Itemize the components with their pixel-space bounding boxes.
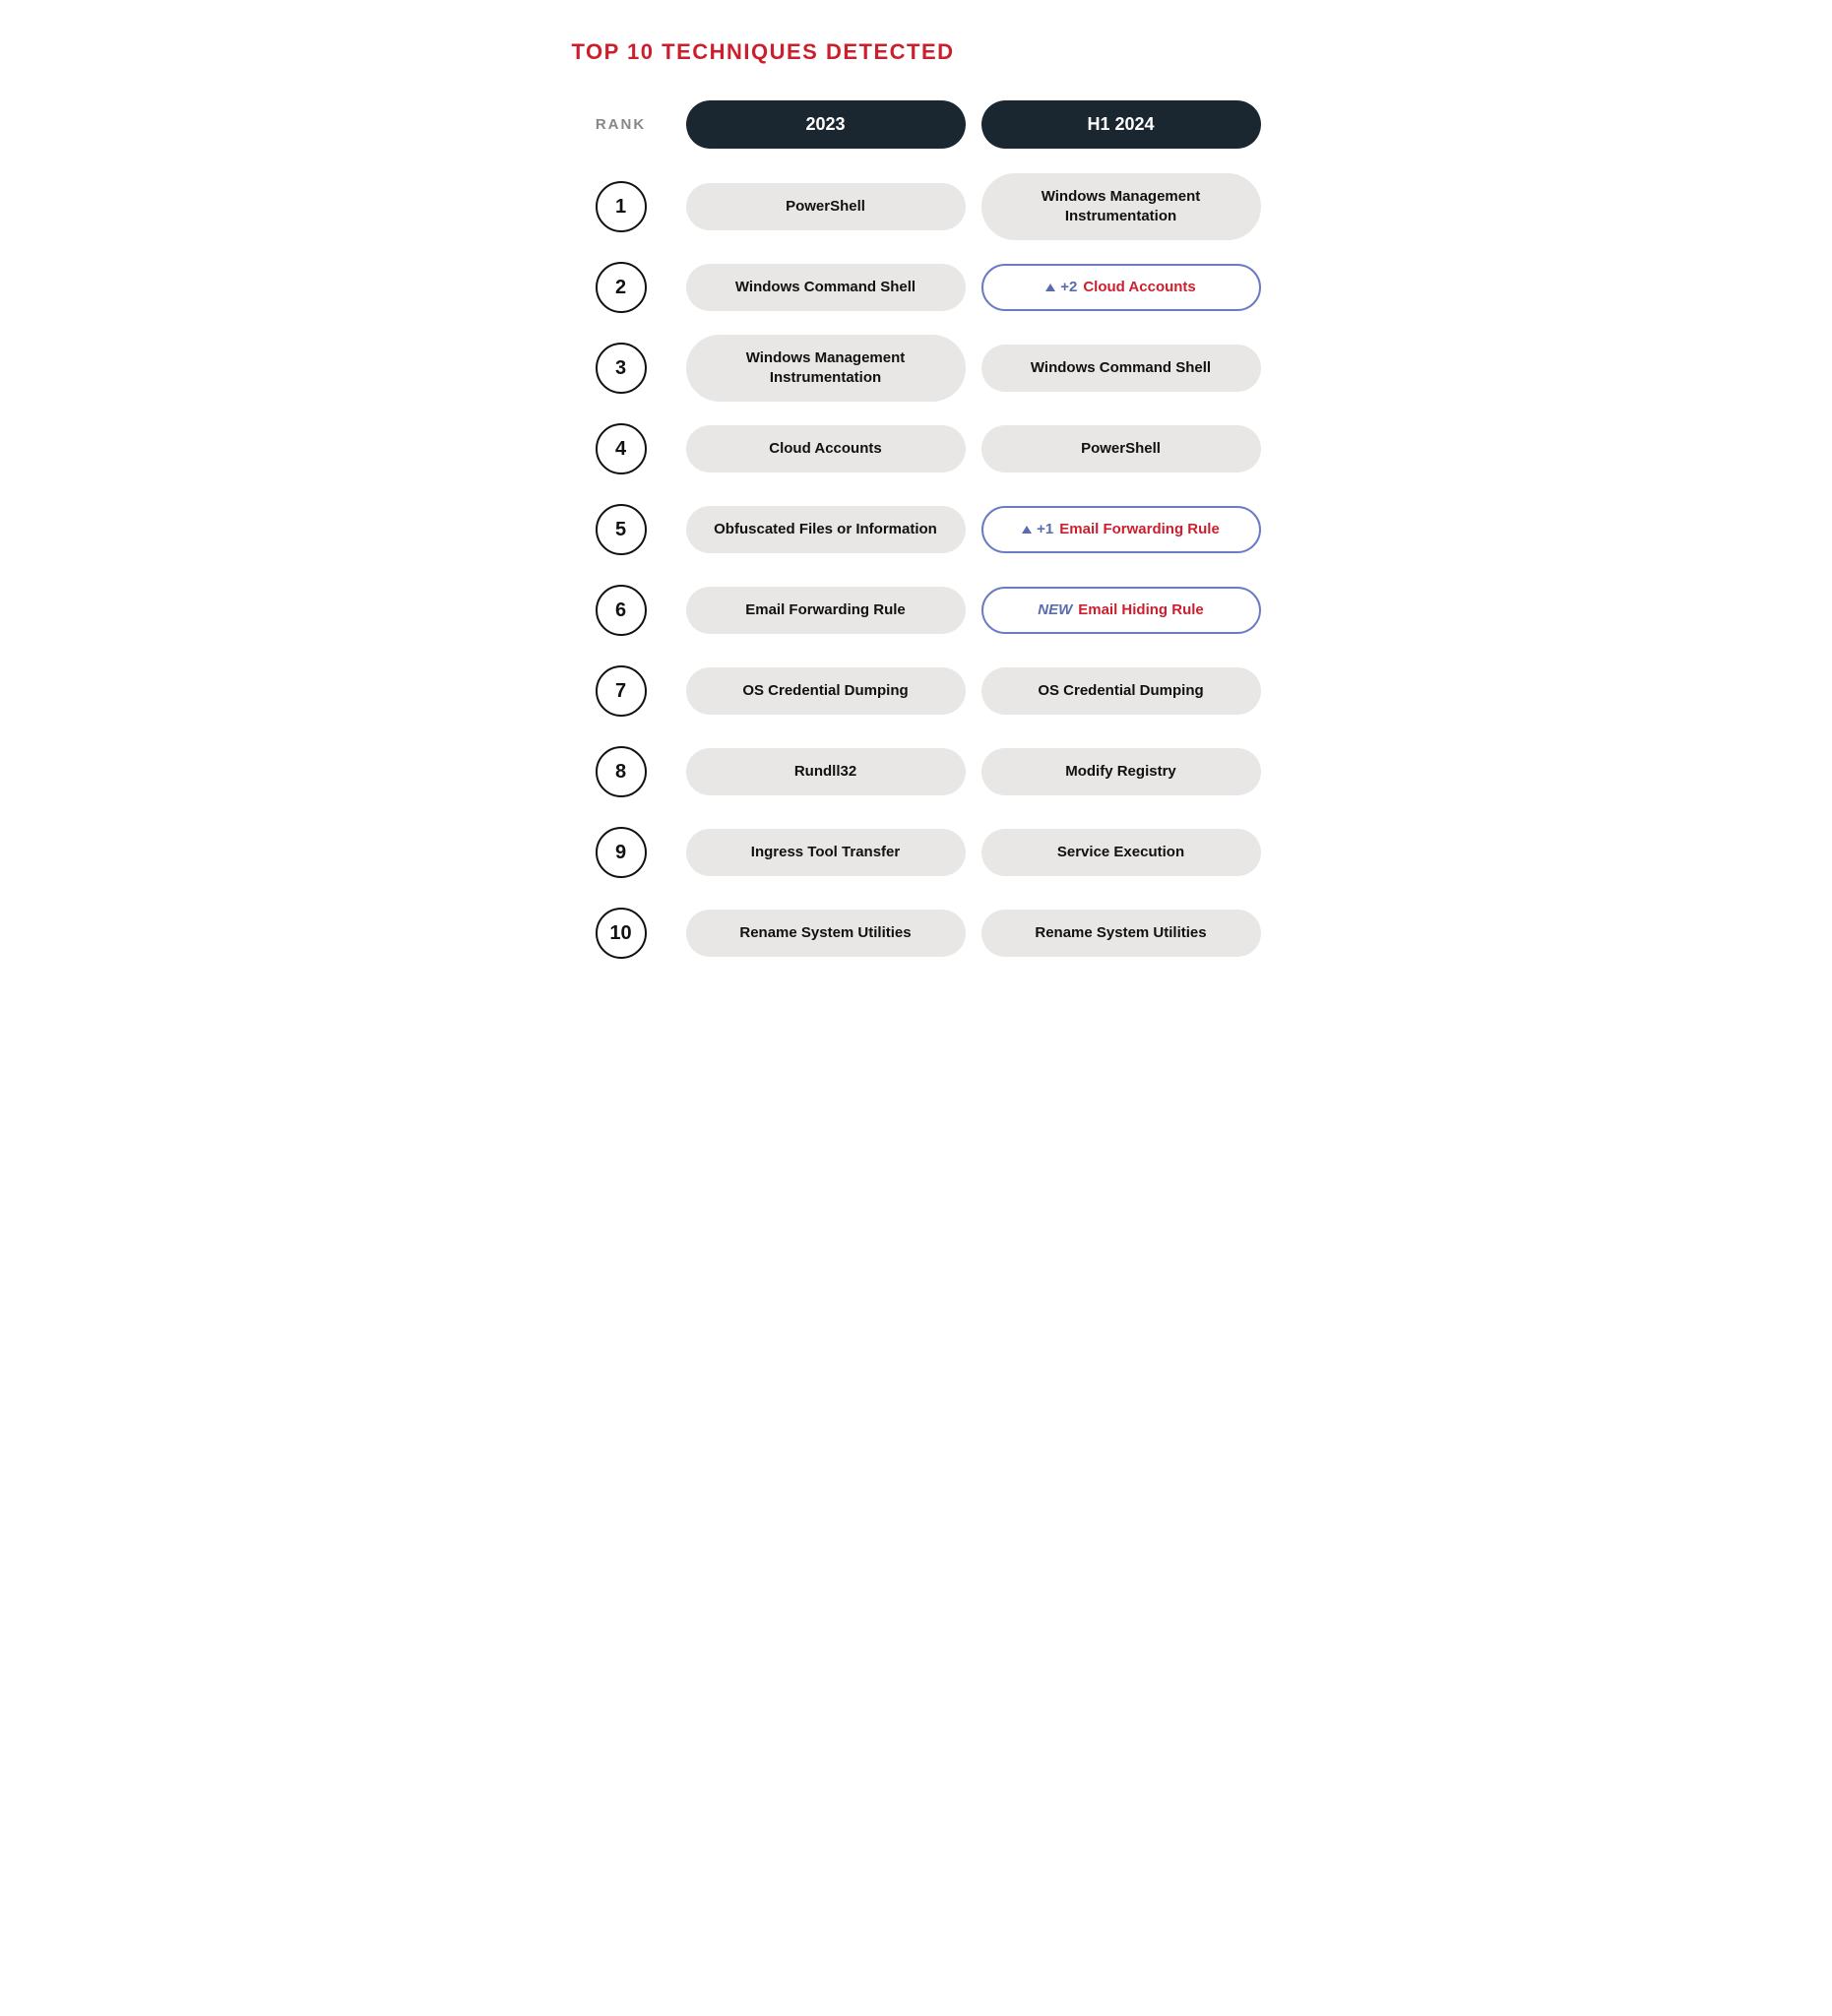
cell-2023-9: Ingress Tool Transfer — [686, 829, 966, 876]
cell-h1-4: PowerShell — [981, 425, 1261, 472]
cell-h1-highlighted-5: +1 Email Forwarding Rule — [981, 506, 1261, 553]
arrow-up-icon — [1045, 284, 1055, 291]
rank-circle-8: 8 — [596, 746, 647, 797]
badge-new: NEW — [1038, 600, 1072, 620]
cell-h1-label: Cloud Accounts — [1083, 278, 1195, 297]
table-row: 9 Ingress Tool Transfer Service Execution — [572, 818, 1261, 887]
cell-2023-6: Email Forwarding Rule — [686, 587, 966, 634]
cell-h1-9: Service Execution — [981, 829, 1261, 876]
cell-h1-10: Rename System Utilities — [981, 910, 1261, 957]
arrow-up-icon — [1022, 526, 1032, 534]
cell-2023-10: Rename System Utilities — [686, 910, 966, 957]
table-row: 7 OS Credential Dumping OS Credential Dump… — [572, 657, 1261, 725]
cell-h1-1: Windows Management Instrumentation — [981, 173, 1261, 241]
rank-label: RANK — [572, 116, 670, 133]
col-header-h12024: H1 2024 — [981, 100, 1261, 149]
table-row: 1 PowerShell Windows Management Instrument… — [572, 172, 1261, 241]
cell-h1-label: Email Forwarding Rule — [1059, 520, 1220, 539]
rank-circle-10: 10 — [596, 908, 647, 959]
cell-2023-2: Windows Command Shell — [686, 264, 966, 311]
rank-circle-5: 5 — [596, 504, 647, 555]
table-row: 3 Windows Management Instrumentation Windo… — [572, 334, 1261, 403]
rank-circle-2: 2 — [596, 262, 647, 313]
table-row: 6 Email Forwarding Rule NEW Email Hiding R… — [572, 576, 1261, 645]
rank-circle-6: 6 — [596, 585, 647, 636]
table-row: 8 Rundll32 Modify Registry — [572, 737, 1261, 806]
badge-up: +2 — [1045, 278, 1077, 297]
cell-2023-4: Cloud Accounts — [686, 425, 966, 472]
section-title: TOP 10 TECHNIQUES DETECTED — [572, 39, 1261, 65]
cell-h1-8: Modify Registry — [981, 748, 1261, 795]
cell-2023-1: PowerShell — [686, 183, 966, 230]
col-header-2023: 2023 — [686, 100, 966, 149]
table-rows: 1 PowerShell Windows Management Instrument… — [572, 172, 1261, 968]
badge-text: +2 — [1060, 278, 1077, 297]
cell-2023-7: OS Credential Dumping — [686, 667, 966, 715]
cell-2023-3: Windows Management Instrumentation — [686, 335, 966, 403]
badge-text: +1 — [1037, 520, 1053, 539]
rank-circle-4: 4 — [596, 423, 647, 474]
rank-circle-1: 1 — [596, 181, 647, 232]
cell-h1-label: Email Hiding Rule — [1078, 600, 1204, 620]
table-row: 4 Cloud Accounts PowerShell — [572, 414, 1261, 483]
table-row: 10 Rename System Utilities Rename System U… — [572, 899, 1261, 968]
table-header: RANK 2023 H1 2024 — [572, 100, 1261, 149]
badge-up: +1 — [1022, 520, 1053, 539]
cell-h1-highlighted-6: NEW Email Hiding Rule — [981, 587, 1261, 634]
table-row: 2 Windows Command Shell +2 Cloud Accounts — [572, 253, 1261, 322]
cell-h1-highlighted-2: +2 Cloud Accounts — [981, 264, 1261, 311]
rank-circle-9: 9 — [596, 827, 647, 878]
main-container: TOP 10 TECHNIQUES DETECTED RANK 2023 H1 … — [572, 39, 1261, 968]
cell-h1-7: OS Credential Dumping — [981, 667, 1261, 715]
cell-2023-5: Obfuscated Files or Information — [686, 506, 966, 553]
rank-circle-3: 3 — [596, 343, 647, 394]
cell-2023-8: Rundll32 — [686, 748, 966, 795]
table-row: 5 Obfuscated Files or Information +1 Email… — [572, 495, 1261, 564]
rank-circle-7: 7 — [596, 665, 647, 717]
cell-h1-3: Windows Command Shell — [981, 345, 1261, 392]
